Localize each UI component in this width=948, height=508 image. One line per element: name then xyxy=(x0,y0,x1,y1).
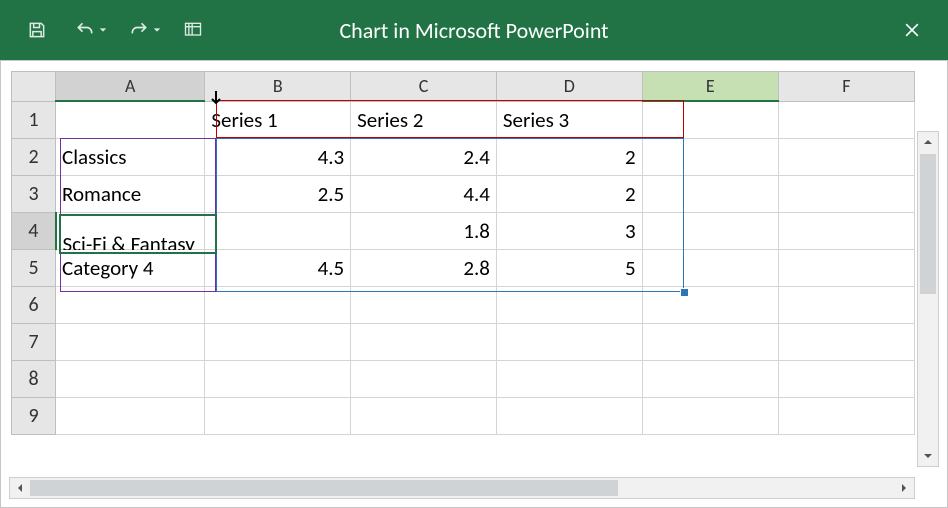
cell-C4[interactable]: 1.8 xyxy=(351,212,497,249)
cell-A2[interactable]: Classics xyxy=(56,138,205,175)
cell-C5[interactable]: 2.8 xyxy=(351,249,497,286)
cell-C9[interactable] xyxy=(351,397,497,434)
title-bar: Chart in Microsoft PowerPoint xyxy=(0,0,948,60)
row-header-1[interactable]: 1 xyxy=(12,101,56,138)
scroll-left-arrow-icon[interactable] xyxy=(10,478,30,498)
cell-E2[interactable] xyxy=(642,138,778,175)
undo-dropdown[interactable] xyxy=(98,26,108,34)
cell-D4[interactable]: 3 xyxy=(496,212,642,249)
col-header-F[interactable]: F xyxy=(778,72,914,102)
cell-E9[interactable] xyxy=(642,397,778,434)
cell-B6[interactable] xyxy=(205,286,351,323)
grid[interactable]: A B C D E F 1 Series 1 Series 2 Series 3… xyxy=(11,71,915,475)
cell-D7[interactable] xyxy=(496,323,642,360)
col-header-E[interactable]: E xyxy=(642,72,778,102)
cell-A4[interactable]: Sci-Fi & Fantasy xyxy=(56,212,205,249)
cell-C2[interactable]: 2.4 xyxy=(351,138,497,175)
horizontal-scroll-thumb[interactable] xyxy=(30,480,618,496)
scroll-right-arrow-icon[interactable] xyxy=(894,478,914,498)
cell-D1[interactable]: Series 3 xyxy=(496,101,642,138)
cell-C7[interactable] xyxy=(351,323,497,360)
vertical-scroll-thumb[interactable] xyxy=(920,154,936,294)
cell-D8[interactable] xyxy=(496,360,642,397)
horizontal-scrollbar[interactable] xyxy=(9,477,915,499)
col-header-D[interactable]: D xyxy=(496,72,642,102)
scroll-up-arrow-icon[interactable] xyxy=(918,132,938,152)
cell-E6[interactable] xyxy=(642,286,778,323)
cell-A6[interactable] xyxy=(56,286,205,323)
cell-D5[interactable]: 5 xyxy=(496,249,642,286)
cell-E1[interactable] xyxy=(642,101,778,138)
close-button[interactable] xyxy=(888,0,936,60)
cell-A7[interactable] xyxy=(56,323,205,360)
vertical-scroll-track[interactable] xyxy=(918,154,938,444)
cell-B1[interactable]: Series 1 xyxy=(205,101,351,138)
cell-F3[interactable] xyxy=(778,175,914,212)
cell-C3[interactable]: 4.4 xyxy=(351,175,497,212)
cell-F4[interactable] xyxy=(778,212,914,249)
horizontal-scroll-track[interactable] xyxy=(30,478,894,498)
redo-dropdown[interactable] xyxy=(152,26,162,34)
redo-button[interactable] xyxy=(122,13,156,47)
cell-C1[interactable]: Series 2 xyxy=(351,101,497,138)
row-header-5[interactable]: 5 xyxy=(12,249,56,286)
cell-B3[interactable]: 2.5 xyxy=(205,175,351,212)
cell-D6[interactable] xyxy=(496,286,642,323)
cell-B7[interactable] xyxy=(205,323,351,360)
cell-B8[interactable] xyxy=(205,360,351,397)
cell-E8[interactable] xyxy=(642,360,778,397)
cell-E4[interactable] xyxy=(642,212,778,249)
save-button[interactable] xyxy=(20,13,54,47)
row-header-7[interactable]: 7 xyxy=(12,323,56,360)
cell-F7[interactable] xyxy=(778,323,914,360)
cell-B5[interactable]: 4.5 xyxy=(205,249,351,286)
vertical-scrollbar[interactable] xyxy=(917,131,939,467)
row-header-3[interactable]: 3 xyxy=(12,175,56,212)
quick-access-toolbar xyxy=(0,13,210,47)
col-header-A[interactable]: A xyxy=(56,72,205,102)
row-header-6[interactable]: 6 xyxy=(12,286,56,323)
cell-D2[interactable]: 2 xyxy=(496,138,642,175)
cell-E5[interactable] xyxy=(642,249,778,286)
customize-qat-button[interactable] xyxy=(176,13,210,47)
row-header-8[interactable]: 8 xyxy=(12,360,56,397)
row-header-2[interactable]: 2 xyxy=(12,138,56,175)
scroll-down-arrow-icon[interactable] xyxy=(918,446,938,466)
cell-A9[interactable] xyxy=(56,397,205,434)
cell-F2[interactable] xyxy=(778,138,914,175)
cell-A3[interactable]: Romance xyxy=(56,175,205,212)
cell-F5[interactable] xyxy=(778,249,914,286)
cell-A8[interactable] xyxy=(56,360,205,397)
select-all-corner[interactable] xyxy=(12,72,56,102)
row-header-9[interactable]: 9 xyxy=(12,397,56,434)
cell-B2[interactable]: 4.3 xyxy=(205,138,351,175)
cell-E7[interactable] xyxy=(642,323,778,360)
cell-C6[interactable] xyxy=(351,286,497,323)
cell-A1[interactable] xyxy=(56,101,205,138)
cell-F9[interactable] xyxy=(778,397,914,434)
cell-E3[interactable] xyxy=(642,175,778,212)
row-header-4[interactable]: 4 xyxy=(12,212,56,249)
cell-C8[interactable] xyxy=(351,360,497,397)
col-header-B[interactable]: B xyxy=(205,72,351,102)
range-resize-handle[interactable] xyxy=(680,288,689,297)
cell-A5[interactable]: Category 4 xyxy=(56,249,205,286)
cell-D3[interactable]: 2 xyxy=(496,175,642,212)
col-header-C[interactable]: C xyxy=(351,72,497,102)
spreadsheet-table[interactable]: A B C D E F 1 Series 1 Series 2 Series 3… xyxy=(11,71,915,435)
undo-button[interactable] xyxy=(68,13,102,47)
worksheet-area: A B C D E F 1 Series 1 Series 2 Series 3… xyxy=(0,60,948,508)
cell-F6[interactable] xyxy=(778,286,914,323)
cell-B9[interactable] xyxy=(205,397,351,434)
cell-B4[interactable] xyxy=(205,212,351,249)
cell-F1[interactable] xyxy=(778,101,914,138)
cell-F8[interactable] xyxy=(778,360,914,397)
cell-D9[interactable] xyxy=(496,397,642,434)
